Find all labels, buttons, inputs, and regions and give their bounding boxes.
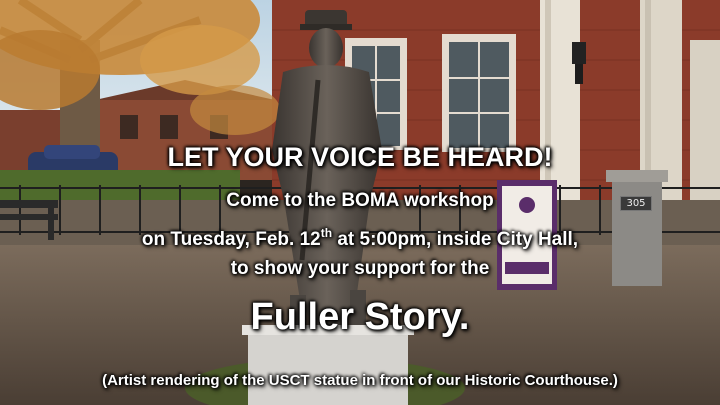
- fuller-story-title: Fuller Story.: [250, 296, 470, 338]
- poster-scene: 305 LET YOUR VOICE BE HEARD! Come to the…: [0, 0, 720, 405]
- window-right: [442, 34, 516, 152]
- date-line: on Tuesday, Feb. 12th at 5:00pm, inside …: [0, 226, 720, 251]
- headline: LET YOUR VOICE BE HEARD!: [167, 142, 553, 172]
- date-ordinal-suffix: th: [320, 226, 333, 240]
- workshop-line: Come to the BOMA workshop: [226, 190, 494, 211]
- wall-lamp: [572, 42, 586, 64]
- statue-pedestal: [248, 330, 408, 405]
- date-line-prefix: on Tuesday, Feb. 12: [141, 229, 321, 250]
- date-line-suffix: at 5:00pm, inside City Hall,: [332, 229, 579, 250]
- support-line: to show your support for the: [230, 258, 490, 279]
- image-caption: (Artist rendering of the USCT statue in …: [102, 372, 618, 389]
